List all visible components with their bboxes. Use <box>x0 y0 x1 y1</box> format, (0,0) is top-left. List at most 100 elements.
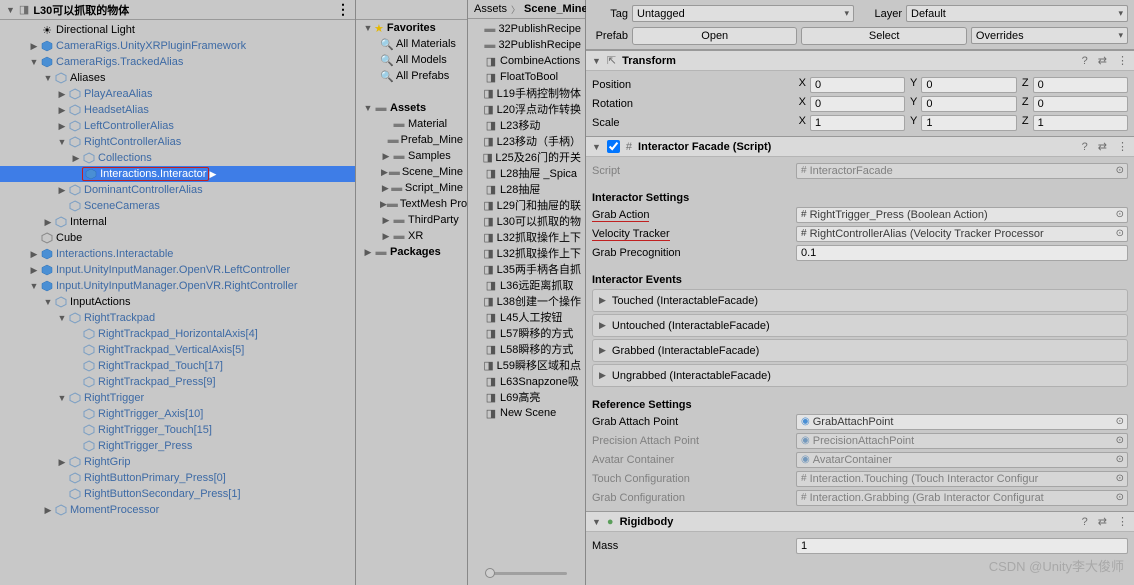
layer-dropdown[interactable]: Default <box>906 5 1128 22</box>
y-field[interactable]: 1 <box>921 115 1016 131</box>
asset-item[interactable]: ◨L28抽屉 <box>468 181 585 197</box>
crumb-item[interactable]: Scene_Mine <box>524 3 588 15</box>
hierarchy-item[interactable]: Cube <box>0 230 355 246</box>
chevron-icon[interactable] <box>28 265 40 276</box>
asset-item[interactable]: ◨L35两手柄各自抓 <box>468 261 585 277</box>
asset-item[interactable]: ◨L23移动（手柄） <box>468 133 585 149</box>
hierarchy-item[interactable]: HeadsetAlias <box>0 102 355 118</box>
preset-icon[interactable]: ⇄ <box>1098 515 1107 528</box>
assets-header[interactable]: ▬Assets <box>356 100 467 116</box>
overrides-dropdown[interactable]: Overrides <box>971 27 1128 44</box>
favorite-item[interactable]: 🔍All Materials <box>356 36 467 52</box>
asset-item[interactable]: ◨L32抓取操作上下 <box>468 245 585 261</box>
hierarchy-item[interactable]: ☀Directional Light <box>0 22 355 38</box>
hierarchy-item[interactable]: RightTrackpad <box>0 310 355 326</box>
menu-icon[interactable]: ⋮ <box>1117 140 1128 153</box>
asset-item[interactable]: ◨L25及26门的开关 <box>468 149 585 165</box>
chevron-icon[interactable] <box>28 57 40 67</box>
asset-item[interactable]: ◨L45人工按钮 <box>468 309 585 325</box>
hierarchy-item[interactable]: RightButtonPrimary_Press[0] <box>0 470 355 486</box>
hierarchy-item[interactable]: Aliases <box>0 70 355 86</box>
asset-item[interactable]: ◨L58瞬移的方式 <box>468 341 585 357</box>
hierarchy-item[interactable]: RightTrigger_Press <box>0 438 355 454</box>
chevron-icon[interactable] <box>56 121 68 132</box>
chevron-icon[interactable] <box>28 41 40 52</box>
chevron-icon[interactable] <box>56 457 68 468</box>
hierarchy-item[interactable]: RightTrackpad_HorizontalAxis[4] <box>0 326 355 342</box>
hierarchy-item[interactable]: RightTrackpad_Press[9] <box>0 374 355 390</box>
folder-item[interactable]: ▬Script_Mine <box>356 180 467 196</box>
hierarchy-item[interactable]: RightTrigger_Axis[10] <box>0 406 355 422</box>
folder-item[interactable]: ▬Material <box>356 116 467 132</box>
event-foldout[interactable]: ▶Untouched (InteractableFacade) <box>592 314 1128 337</box>
chevron-icon[interactable] <box>380 199 387 210</box>
hierarchy-tree[interactable]: ☀Directional LightCameraRigs.UnityXRPlug… <box>0 20 355 585</box>
menu-icon[interactable]: ⋮ <box>1117 515 1128 528</box>
hierarchy-item[interactable]: RightTrackpad_VerticalAxis[5] <box>0 342 355 358</box>
asset-item[interactable]: ◨L29门和抽屉的联 <box>468 197 585 213</box>
folder-item[interactable]: ▬XR <box>356 228 467 244</box>
x-field[interactable]: 0 <box>810 77 905 93</box>
asset-item[interactable]: ◨L28抽屉 _Spica <box>468 165 585 181</box>
preset-icon[interactable]: ⇄ <box>1098 54 1107 67</box>
chevron-icon[interactable] <box>56 89 68 100</box>
asset-item[interactable]: ◨L36远距离抓取 <box>468 277 585 293</box>
velocity-tracker-field[interactable]: #RightControllerAlias (Velocity Tracker … <box>796 226 1128 242</box>
grab-action-field[interactable]: #RightTrigger_Press (Boolean Action) <box>796 207 1128 223</box>
hierarchy-item[interactable]: RightTrigger_Touch[15] <box>0 422 355 438</box>
hierarchy-item[interactable]: RightTrigger <box>0 390 355 406</box>
hierarchy-item[interactable]: DominantControllerAlias <box>0 182 355 198</box>
asset-item[interactable]: ◨L32抓取操作上下 <box>468 229 585 245</box>
hierarchy-item[interactable]: SceneCameras <box>0 198 355 214</box>
hierarchy-item[interactable]: Interactions.Interactor▶ <box>0 166 355 182</box>
chevron-icon[interactable] <box>380 231 392 242</box>
help-icon[interactable]: ? <box>1082 55 1088 67</box>
crumb-item[interactable]: Assets <box>474 3 507 15</box>
asset-item[interactable]: ◨L19手柄控制物体 <box>468 85 585 101</box>
x-field[interactable]: 1 <box>810 115 905 131</box>
chevron-icon[interactable] <box>42 297 54 307</box>
scene-title[interactable]: L30可以抓取的物体 <box>33 2 129 18</box>
favorites-header[interactable]: ★Favorites <box>356 20 467 36</box>
hierarchy-item[interactable]: PlayAreaAlias <box>0 86 355 102</box>
asset-item[interactable]: ◨L30可以抓取的物 <box>468 213 585 229</box>
asset-item[interactable]: ◨L23移动 <box>468 117 585 133</box>
asset-item[interactable]: ◨L38创建一个操作 <box>468 293 585 309</box>
chevron-icon[interactable] <box>28 281 40 291</box>
packages-header[interactable]: ▬Packages <box>356 244 467 260</box>
chevron-icon[interactable] <box>380 215 392 226</box>
asset-item[interactable]: ◨L20浮点动作转换 <box>468 101 585 117</box>
chevron-icon[interactable] <box>380 183 391 194</box>
enable-checkbox[interactable] <box>607 140 620 153</box>
help-icon[interactable]: ? <box>1082 516 1088 528</box>
hierarchy-item[interactable]: MomentProcessor <box>0 502 355 518</box>
hierarchy-item[interactable]: Interactions.Interactable <box>0 246 355 262</box>
asset-item[interactable]: ▬32PublishRecipe <box>468 21 585 37</box>
z-field[interactable]: 0 <box>1033 77 1128 93</box>
interactor-facade-header[interactable]: ▼#Interactor Facade (Script)?⇄⋮ <box>586 137 1134 157</box>
chevron-icon[interactable] <box>70 153 82 164</box>
hierarchy-item[interactable]: Input.UnityInputManager.OpenVR.RightCont… <box>0 278 355 294</box>
mass-field[interactable]: 1 <box>796 538 1128 554</box>
hierarchy-item[interactable]: RightTrackpad_Touch[17] <box>0 358 355 374</box>
folder-item[interactable]: ▬Prefab_Mine <box>356 132 467 148</box>
hierarchy-item[interactable]: InputActions <box>0 294 355 310</box>
asset-item[interactable]: ◨CombineActions <box>468 53 585 69</box>
menu-icon[interactable]: ⋮ <box>330 1 355 18</box>
hierarchy-item[interactable]: CameraRigs.UnityXRPluginFramework <box>0 38 355 54</box>
folder-item[interactable]: ▬Samples <box>356 148 467 164</box>
chevron-icon[interactable] <box>380 167 389 178</box>
x-field[interactable]: 0 <box>810 96 905 112</box>
chevron-icon[interactable] <box>42 217 54 228</box>
z-field[interactable]: 0 <box>1033 96 1128 112</box>
chevron-icon[interactable] <box>42 73 54 83</box>
grab-precognition-field[interactable]: 0.1 <box>796 245 1128 261</box>
hierarchy-item[interactable]: CameraRigs.TrackedAlias <box>0 54 355 70</box>
asset-item[interactable]: ◨L69高亮 <box>468 389 585 405</box>
preset-icon[interactable]: ⇄ <box>1098 140 1107 153</box>
chevron-icon[interactable] <box>56 393 68 403</box>
chevron-icon[interactable] <box>56 105 68 116</box>
chevron-icon[interactable] <box>56 137 68 147</box>
favorite-item[interactable]: 🔍All Models <box>356 52 467 68</box>
folder-item[interactable]: ▬TextMesh Pro <box>356 196 467 212</box>
